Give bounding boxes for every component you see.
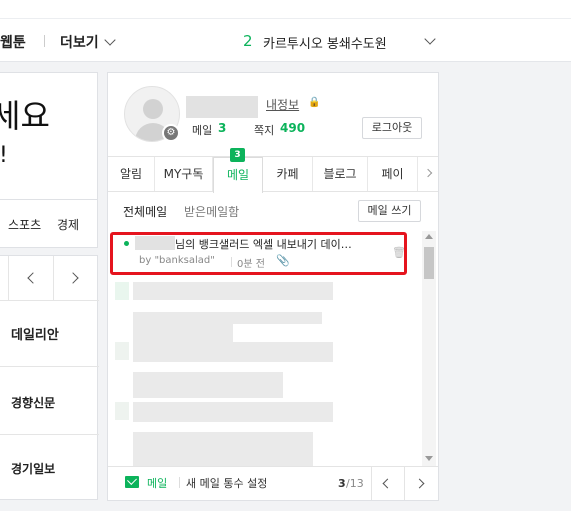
divider (0, 366, 99, 367)
gear-icon[interactable]: ⚙ (162, 124, 180, 142)
tab-alarm[interactable]: 알림 (108, 157, 155, 191)
divider (179, 477, 180, 488)
filter-all-mail[interactable]: 전체메일 (123, 203, 167, 220)
new-mail-settings-link[interactable]: 새 메일 통수 설정 (186, 475, 267, 491)
scroll-up-icon[interactable] (425, 234, 433, 239)
divider (0, 300, 99, 301)
press-logo-dailian[interactable]: 데일리안 (11, 324, 59, 343)
top-nav: 웹툰 더보기 2 카르투시오 봉쇄수도원 (0, 0, 571, 62)
divider (404, 467, 405, 500)
redacted-mail-row (115, 342, 129, 360)
tab-sports[interactable]: 스포츠 (8, 216, 41, 233)
tab-cafe[interactable]: 카페 (263, 157, 313, 191)
lock-icon: 🔒 (308, 97, 321, 108)
redacted-mail-row (172, 312, 322, 324)
chevron-down-icon[interactable] (104, 34, 116, 46)
page-total: /13 (346, 477, 364, 490)
mail-count[interactable]: 3 (218, 121, 226, 135)
redacted-mail-row (133, 282, 333, 300)
redacted-mail-row (133, 432, 313, 466)
mail-icon (125, 475, 139, 488)
scrollbar[interactable] (422, 231, 436, 466)
divider (44, 35, 45, 47)
weather-temperature[interactable]: 2 (243, 32, 253, 50)
divider (108, 466, 438, 467)
divider (0, 18, 571, 19)
tab-pay[interactable]: 페이 (368, 157, 418, 191)
tab-economy[interactable]: 경제 (57, 216, 79, 233)
note-count[interactable]: 490 (280, 121, 305, 135)
scrollbar-thumb[interactable] (424, 247, 434, 279)
headline-subtext: ! (0, 143, 8, 168)
tab-blog[interactable]: 블로그 (313, 157, 368, 191)
divider (8, 256, 9, 300)
footer-mail-link[interactable]: 메일 (147, 475, 167, 491)
divider (108, 191, 438, 192)
weather-location[interactable]: 카르투시오 봉쇄수도원 (263, 33, 387, 52)
chevron-down-icon[interactable] (424, 33, 436, 45)
headline-text: 세요 (0, 97, 50, 135)
nav-more[interactable]: 더보기 (60, 32, 99, 52)
press-panel: 데일리안 경향신문 경기일보 (0, 255, 99, 500)
redacted-mail-row (133, 372, 283, 398)
press-logo-kyeonggi[interactable]: 경기일보 (11, 460, 55, 477)
filter-received-mail[interactable]: 받은메일함 (184, 203, 239, 220)
mail-tab-badge: 3 (230, 148, 245, 162)
compose-mail-button[interactable]: 메일 쓰기 (358, 200, 421, 222)
highlight-box (110, 232, 407, 275)
tab-my-subscription[interactable]: MY구독 (155, 157, 213, 191)
next-icon[interactable] (67, 272, 79, 284)
redacted-mail-row (115, 282, 129, 300)
redacted-mail-row (115, 402, 129, 420)
divider (371, 467, 372, 500)
redacted-mail-row (133, 402, 333, 422)
my-info-link[interactable]: 내정보 (266, 96, 299, 113)
divider (53, 256, 54, 300)
redacted-mail-row (133, 342, 333, 362)
redacted-username (186, 96, 258, 118)
note-label[interactable]: 쪽지 (254, 122, 274, 138)
prev-icon[interactable] (27, 272, 39, 284)
logout-button[interactable]: 로그아웃 (362, 117, 422, 139)
nav-webtoon[interactable]: 웹툰 (0, 32, 26, 52)
mail-label[interactable]: 메일 (192, 122, 212, 138)
category-tabs: 스포츠 경제 (0, 200, 98, 248)
headline-panel: 세요 ! (0, 72, 98, 200)
divider (0, 434, 99, 435)
tab-mail[interactable]: 메일 (213, 157, 263, 193)
page-current: 3 (338, 477, 346, 490)
press-logo-kyunghyang[interactable]: 경향신문 (11, 394, 55, 411)
scroll-down-icon[interactable] (425, 456, 433, 461)
